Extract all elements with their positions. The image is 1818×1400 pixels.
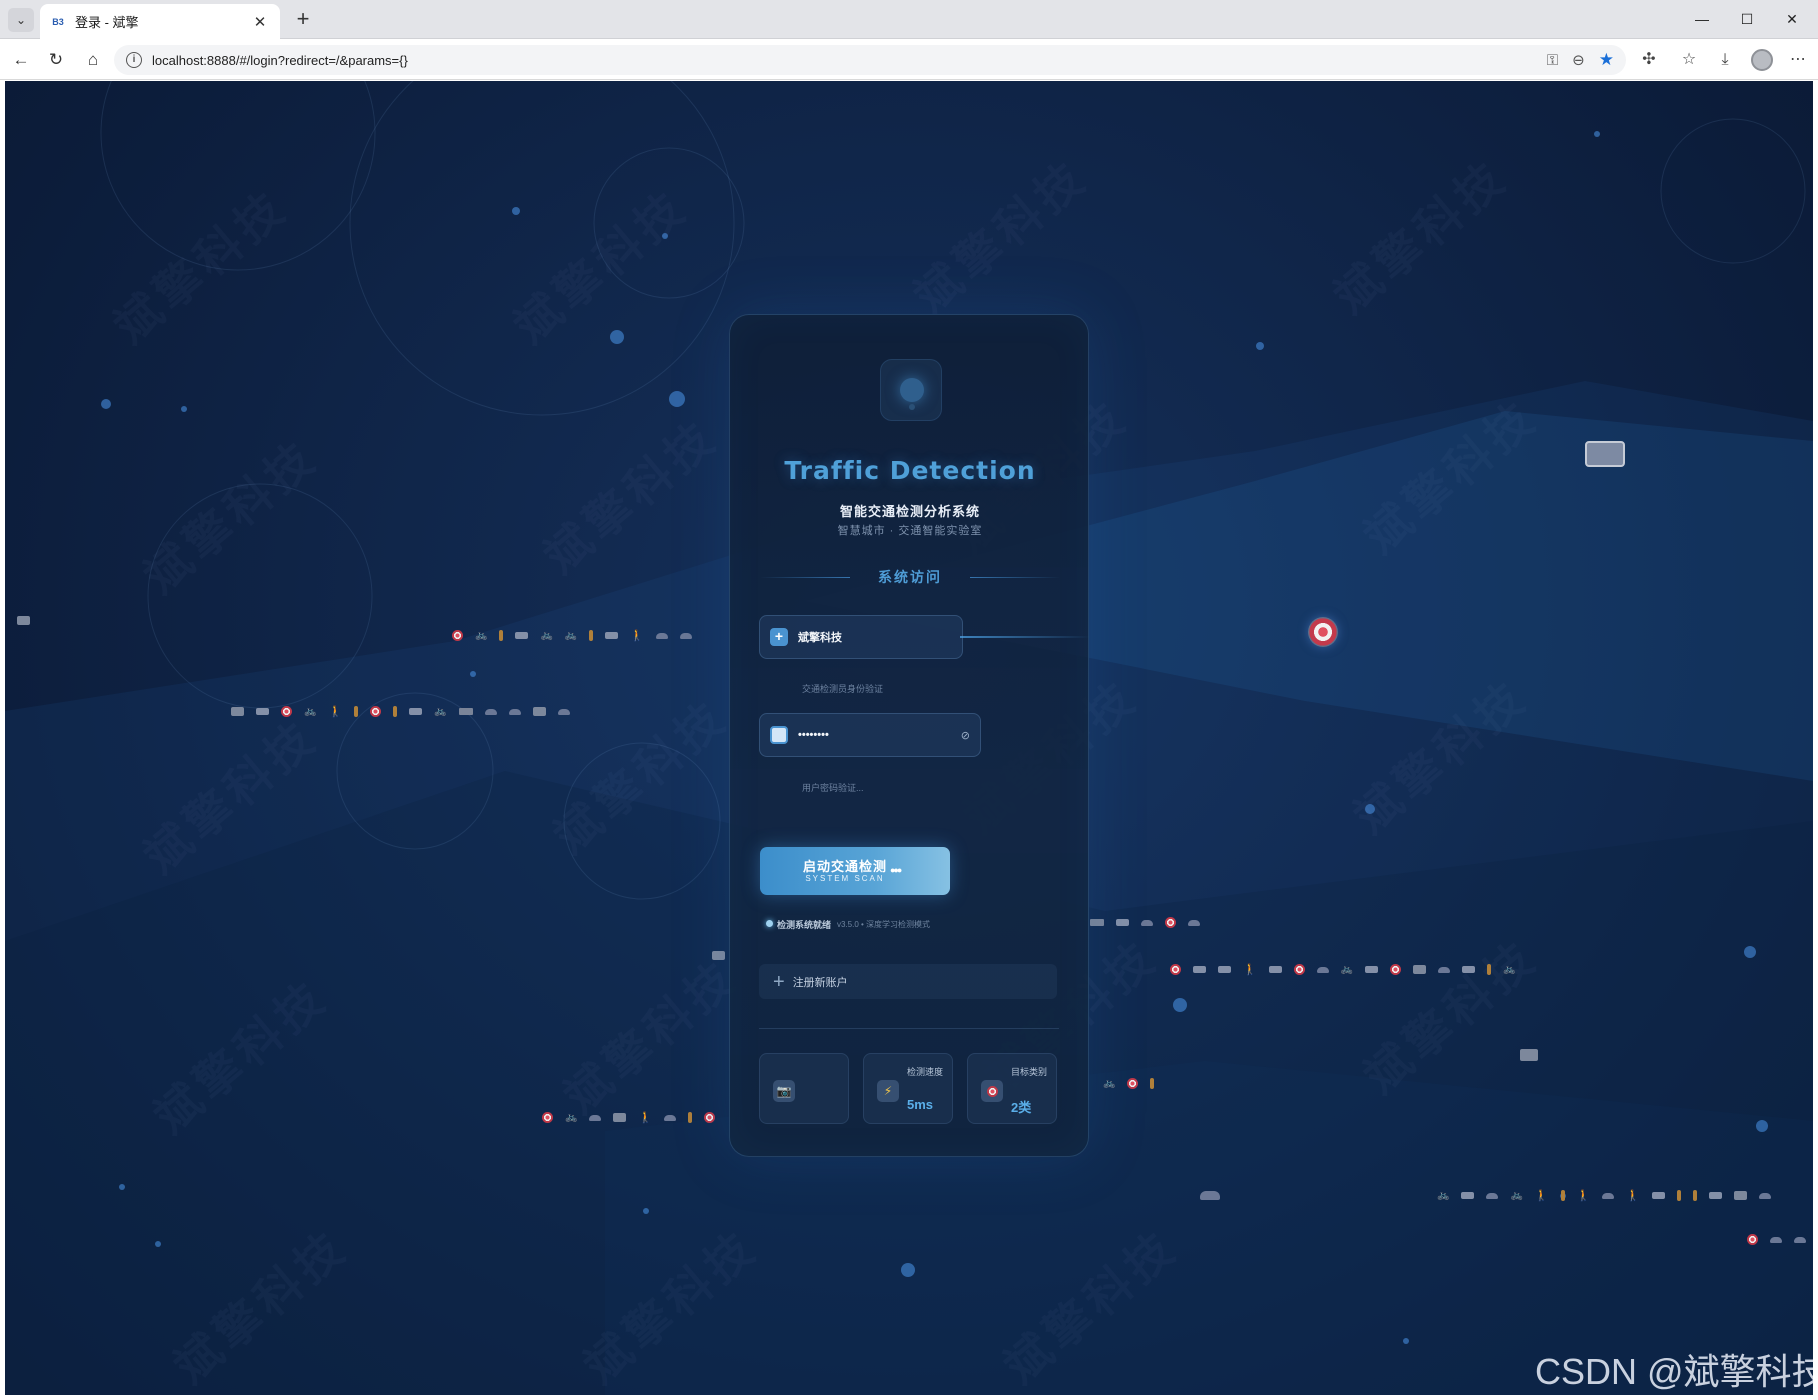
maximize-button[interactable]: ☐ (1727, 6, 1767, 32)
downloads-icon[interactable]: ⤓ (1713, 48, 1737, 72)
tab-title: 登录 - 斌擎 (75, 15, 139, 30)
site-info-icon[interactable]: i (126, 52, 142, 68)
traffic-animation-row: 🚲 (1103, 1078, 1155, 1089)
password-hint: 用户密码验证... (802, 783, 864, 793)
back-button[interactable]: ← (7, 46, 35, 74)
stat-label: 目标类别 (1011, 1067, 1048, 1077)
traffic-animation-row (1747, 1234, 1806, 1245)
stat-card-camera: 📷 (759, 1053, 849, 1124)
tab-favicon: B3 (52, 16, 64, 27)
password-field[interactable]: •••••••• ⊘ (759, 713, 981, 757)
traffic-animation-row: 🚲 🚲 🚲 🚶 (452, 629, 693, 642)
button-sublabel: SYSTEM SCAN (805, 874, 885, 883)
start-detection-button[interactable]: 启动交通检测 SYSTEM SCAN ●●● (760, 847, 950, 895)
page-subtitle: 智能交通检测分析系统 (839, 504, 980, 519)
traffic-animation-row (1090, 917, 1200, 928)
url-text[interactable]: localhost:8888/#/login?redirect=/&params… (152, 53, 1547, 68)
favorite-star-icon[interactable]: ★ (1599, 50, 1614, 70)
version-text: v3.5.0 • 深度学习检测模式 (837, 920, 931, 929)
new-tab-button[interactable]: + (290, 7, 316, 33)
loading-dots-icon: ●●● (890, 865, 902, 875)
profile-avatar[interactable] (1751, 49, 1773, 71)
tab-list-button[interactable]: ⌄ (8, 8, 34, 32)
page-title: Traffic Detection (784, 456, 1036, 485)
url-field[interactable]: i localhost:8888/#/login?redirect=/&para… (114, 45, 1626, 75)
eye-off-icon[interactable]: ⊘ (961, 729, 970, 742)
csdn-watermark: CSDN @斌擎科技 (1535, 1351, 1813, 1392)
zoom-out-icon[interactable]: ⊖ (1572, 51, 1585, 69)
status-indicator-icon (766, 920, 773, 927)
stat-label: 检测速度 (907, 1067, 944, 1077)
browser-tab-bar: ⌄ B3 登录 - 斌擎 ✕ + — ☐ ✕ (0, 0, 1818, 39)
status-text: 检测系统就绪 (777, 920, 832, 930)
stat-card-speed: ⚡ 检测速度 5ms (863, 1053, 953, 1124)
login-card: Traffic Detection 智能交通检测分析系统 智慧城市 · 交通智能… (729, 314, 1090, 1157)
key-icon[interactable]: ⚿ (1547, 52, 1558, 69)
login-page: 斌擎科技 斌擎科技 斌擎科技 斌擎科技 斌擎科技 斌擎科技 斌擎科技 斌擎科技 … (5, 81, 1813, 1395)
traffic-animation-row: 🚲 🚶 (542, 1111, 716, 1124)
bus-icon (1585, 441, 1625, 467)
browser-tab-active[interactable]: B3 登录 - 斌擎 ✕ (40, 4, 280, 39)
close-window-button[interactable]: ✕ (1772, 6, 1812, 32)
traffic-animation-row (1520, 1049, 1538, 1061)
username-value[interactable]: 斌擎科技 (798, 629, 952, 645)
plus-icon: + (773, 970, 785, 993)
stat-card-classes: 目标类别 2类 (967, 1053, 1057, 1124)
traffic-animation-row (1200, 1191, 1220, 1200)
field-focus-glow (960, 636, 1090, 638)
system-logo-icon (880, 359, 942, 421)
register-button[interactable]: + 注册新账户 (759, 964, 1057, 999)
traffic-animation-row: 🚶 🚲 🚲 (1170, 963, 1516, 976)
password-value[interactable]: •••••••• (798, 729, 961, 741)
close-tab-icon[interactable]: ✕ (250, 13, 270, 31)
lightning-icon: ⚡ (877, 1080, 899, 1102)
stat-value: 5ms (907, 1097, 934, 1112)
target-icon (1308, 617, 1338, 647)
extensions-icon[interactable]: ✣ (1637, 48, 1661, 72)
traffic-animation-row: 🚲 🚶 🚲 (231, 705, 570, 718)
traffic-animation-row (17, 616, 30, 625)
button-label: 启动交通检测 (802, 859, 887, 874)
favorites-icon[interactable]: ☆ (1677, 48, 1701, 72)
card-divider (759, 1028, 1059, 1029)
minimize-button[interactable]: — (1682, 6, 1722, 32)
reload-button[interactable]: ↻ (42, 46, 70, 74)
username-hint: 交通检测员身份验证 (802, 684, 884, 694)
more-menu-icon[interactable]: ⋯ (1786, 48, 1810, 72)
lock-icon (770, 726, 788, 744)
traffic-animation-row (712, 951, 725, 960)
target-icon (981, 1080, 1003, 1102)
organization-label: 智慧城市 · 交通智能实验室 (837, 525, 983, 537)
register-label: 注册新账户 (792, 976, 848, 989)
plus-square-icon: + (770, 628, 788, 646)
username-field[interactable]: + 斌擎科技 (759, 615, 963, 659)
address-bar-row: ← ↻ ⌂ i localhost:8888/#/login?redirect=… (0, 40, 1818, 80)
section-divider-right (970, 577, 1060, 578)
traffic-animation-row: 🚲 🚲 🚶 🚶 🚶 (1437, 1189, 1772, 1202)
home-button[interactable]: ⌂ (79, 46, 107, 74)
camera-icon: 📷 (773, 1080, 795, 1102)
stat-value: 2类 (1011, 1100, 1032, 1115)
chevron-down-icon: ⌄ (15, 13, 27, 27)
